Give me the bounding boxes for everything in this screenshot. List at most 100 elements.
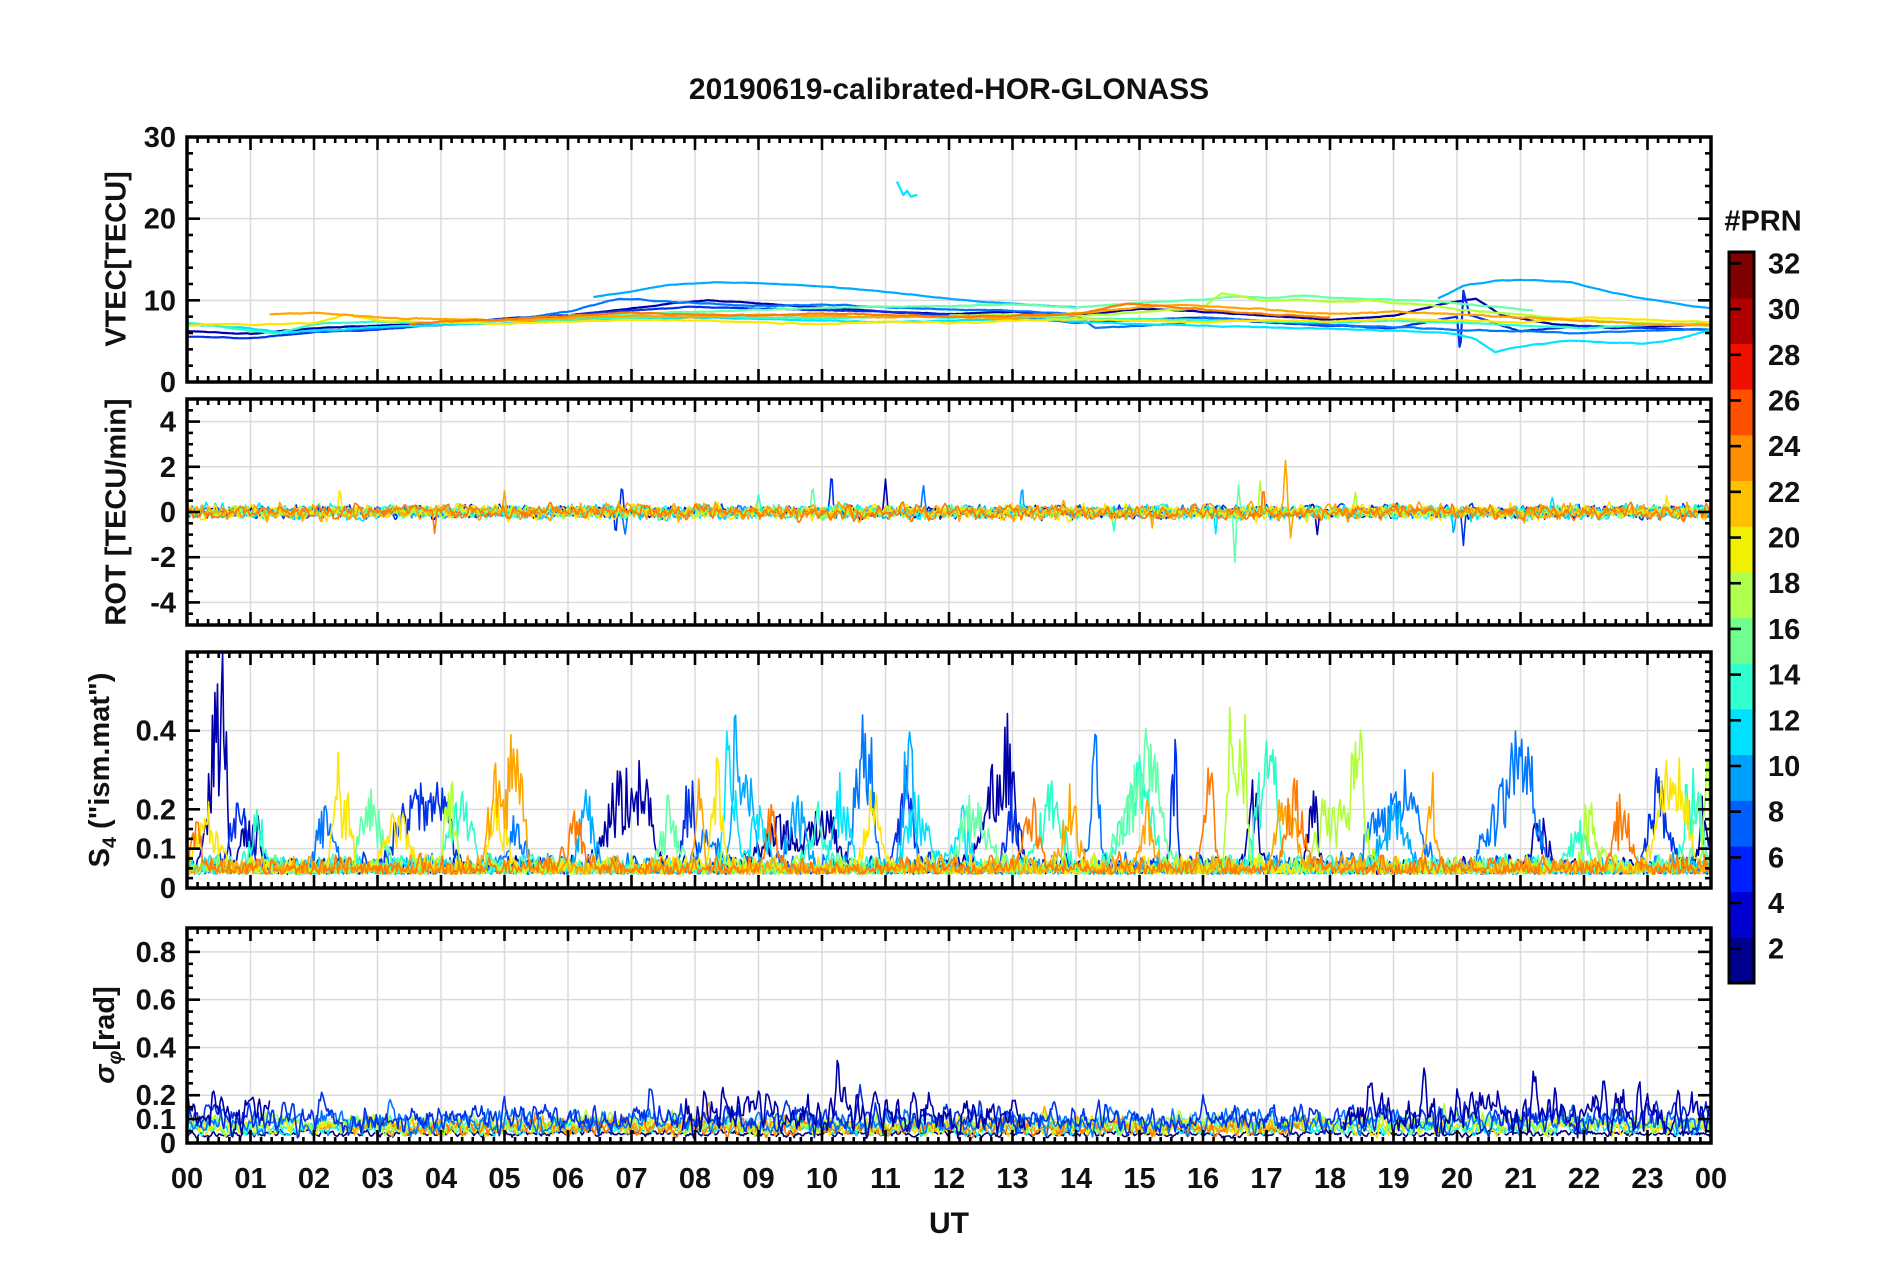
colorbar-tick-label: 8 <box>1768 797 1784 829</box>
ytick-label: 0.4 <box>136 1032 176 1064</box>
colorbar-block <box>1729 937 1754 984</box>
series-prn-12 <box>895 181 918 198</box>
xtick-label: 16 <box>1187 1163 1219 1195</box>
ylabel-sigma-pre: σ <box>89 1064 122 1084</box>
ylabel-sigma-post: [rad] <box>89 986 122 1051</box>
xtick-label: 02 <box>298 1163 330 1195</box>
ytick-label: -2 <box>150 542 176 574</box>
colorbar-tick-label: 32 <box>1768 248 1800 280</box>
ytick-label: 0.1 <box>136 834 176 866</box>
colorbar-tick-label: 14 <box>1768 660 1800 692</box>
ylabel-s4-post: ("ism.mat") <box>84 672 117 838</box>
xtick-labels: 00 01 02 03 04 05 06 07 08 09 10 11 12 13 14 15 16 17 18 19… <box>171 1163 1727 1195</box>
xtick-label: 15 <box>1123 1163 1155 1195</box>
colorbar-tick-label: 6 <box>1768 842 1784 874</box>
xtick-label: 19 <box>1377 1163 1409 1195</box>
panel-grid-s4 <box>187 652 1711 888</box>
xtick-label: 12 <box>933 1163 965 1195</box>
colorbar-block <box>1729 434 1754 482</box>
xtick-label: 20 <box>1441 1163 1473 1195</box>
xtick-label: 13 <box>996 1163 1028 1195</box>
colorbar-tick-label: 22 <box>1768 477 1800 509</box>
ytick-label: 0.2 <box>136 1080 176 1112</box>
ylabel-s4: S4 ("ism.mat") <box>84 673 122 868</box>
ytick-label: 30 <box>144 122 176 154</box>
colorbar-tick-label: 18 <box>1768 568 1800 600</box>
ytick-label: 20 <box>144 204 176 236</box>
colorbar-block <box>1729 800 1754 847</box>
ytick-label: 10 <box>144 285 176 317</box>
xtick-label: 10 <box>806 1163 838 1195</box>
ytick-label: 0 <box>160 497 176 529</box>
xtick-label: 04 <box>425 1163 457 1195</box>
ytick-label: 0 <box>160 873 176 905</box>
colorbar-block <box>1729 389 1754 436</box>
xtick-label: 09 <box>742 1163 774 1195</box>
colorbar-block <box>1729 297 1754 344</box>
xtick-label: 00 <box>1695 1163 1727 1195</box>
colorbar-block <box>1729 571 1754 619</box>
colorbar-tick-label: 10 <box>1768 751 1800 783</box>
ylabel-vtec: VTEC[TECU] <box>100 171 133 347</box>
panel-grid-sigma-phi <box>187 928 1711 1143</box>
ytick-label: 0.6 <box>136 985 176 1017</box>
ytick-labels-rot: -4 -2 0 2 4 <box>150 407 176 620</box>
colorbar-tick-label: 28 <box>1768 340 1800 372</box>
ytick-label: 0 <box>160 367 176 399</box>
series-prn-10 <box>1437 278 1710 310</box>
ytick-labels-vtec: 0 10 20 30 <box>144 122 176 399</box>
xtick-label: 08 <box>679 1163 711 1195</box>
xtick-label: 00 <box>171 1163 203 1195</box>
ytick-label: 4 <box>160 407 176 439</box>
colorbar-tick-label: 26 <box>1768 385 1800 417</box>
colorbar-tick-label: 16 <box>1768 614 1800 646</box>
ylabel-s4-pre: S <box>84 848 117 868</box>
colorbar-tick-label: 12 <box>1768 705 1800 737</box>
colorbar-block <box>1729 845 1754 893</box>
xtick-label: 17 <box>1250 1163 1282 1195</box>
xtick-label: 22 <box>1568 1163 1600 1195</box>
colorbar-block <box>1729 480 1754 527</box>
ytick-label: 0.4 <box>136 716 176 748</box>
colorbar-block <box>1729 663 1754 710</box>
colorbar-block <box>1729 754 1754 801</box>
colorbar-tick-label: 2 <box>1768 934 1784 966</box>
colorbar-tick-label: 20 <box>1768 523 1800 555</box>
xaxis-label: UT <box>929 1207 969 1240</box>
colorbar-block <box>1729 891 1754 938</box>
xtick-label: 18 <box>1314 1163 1346 1195</box>
colorbar-tick-label: 30 <box>1768 294 1800 326</box>
chart-title: 20190619-calibrated-HOR-GLONASS <box>688 73 1210 106</box>
colorbar-block <box>1729 708 1754 756</box>
colorbar-block <box>1729 343 1754 390</box>
colorbar-tick-label: 4 <box>1768 888 1784 920</box>
colorbar-block <box>1729 526 1754 573</box>
xtick-label: 11 <box>870 1163 901 1195</box>
xtick-label: 14 <box>1060 1163 1092 1195</box>
xtick-label: 23 <box>1631 1163 1663 1195</box>
colorbar-block <box>1729 617 1754 664</box>
figure-canvas: 0 10 20 30 -4 -2 0 2 4 0 0.1 0.2 0.4 0 0.1 0.2 0.4 0.6 0.8… <box>0 0 1902 1272</box>
panel-grid-vtec <box>187 137 1711 382</box>
xtick-label: 07 <box>615 1163 647 1195</box>
xtick-label: 03 <box>361 1163 393 1195</box>
ytick-label: -4 <box>150 587 176 619</box>
ylabel-sigma-phi: σφ[rad] <box>89 986 127 1084</box>
colorbar-block <box>1729 252 1754 299</box>
xtick-label: 01 <box>234 1163 266 1195</box>
ylabel-s4-sub: 4 <box>98 837 121 849</box>
xtick-label: 06 <box>552 1163 584 1195</box>
ytick-label: 0.2 <box>136 794 176 826</box>
ytick-label: 2 <box>160 452 176 484</box>
xtick-label: 05 <box>488 1163 520 1195</box>
xtick-label: 21 <box>1504 1163 1536 1195</box>
ylabel-sigma-sub: φ <box>103 1050 126 1065</box>
ylabel-rot: ROT [TECU/min] <box>100 398 133 626</box>
colorbar: 2468101214161820222426283032 <box>1727 248 1800 985</box>
colorbar-title: #PRN <box>1724 205 1802 238</box>
chart-svg: 0102030-4-202400.10.20.400.10.20.40.60.8… <box>136 122 1801 1195</box>
ytick-labels-s4: 0 0.1 0.2 0.4 <box>136 716 176 905</box>
ytick-labels-sigma-phi: 00.10.20.40.60.8 <box>136 937 176 1160</box>
ytick-label: 0.8 <box>136 937 176 969</box>
colorbar-tick-label: 24 <box>1768 431 1800 463</box>
